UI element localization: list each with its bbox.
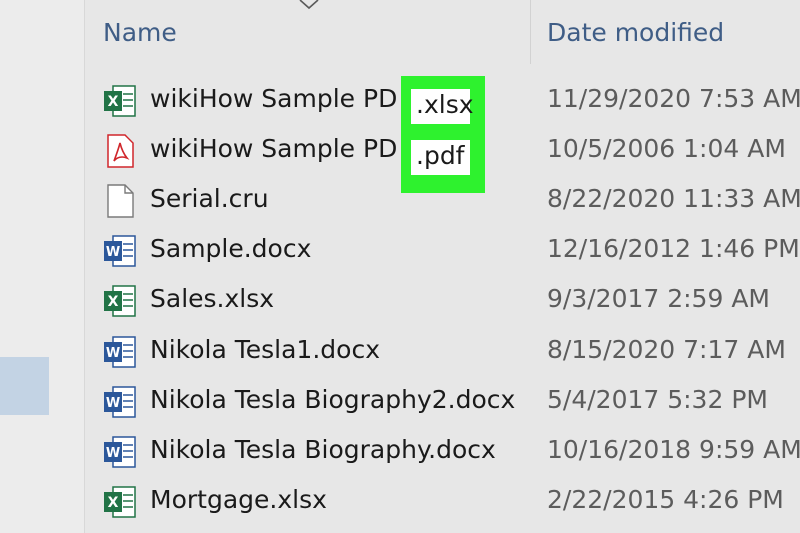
- file-row[interactable]: X Mortgage.xlsx 2/22/2015 4:26 PM: [0, 483, 800, 533]
- word-file-icon: W: [104, 235, 136, 267]
- word-file-icon: W: [104, 336, 136, 368]
- file-row[interactable]: X wikiHow Sample PD 11/29/2020 7:53 AM: [0, 82, 800, 132]
- extension-text: .xlsx: [416, 90, 474, 119]
- file-row[interactable]: W Sample.docx 12/16/2012 1:46 PM: [0, 232, 800, 282]
- extension-highlight-box: .xlsx .pdf: [401, 76, 485, 193]
- svg-text:W: W: [106, 245, 120, 260]
- file-date-modified: 9/3/2017 2:59 AM: [547, 284, 770, 313]
- extension-text: .pdf: [416, 141, 465, 170]
- column-separator[interactable]: [530, 0, 531, 64]
- file-row[interactable]: X Sales.xlsx 9/3/2017 2:59 AM: [0, 282, 800, 332]
- svg-text:W: W: [106, 346, 120, 361]
- file-row[interactable]: Serial.cru 8/22/2020 11:33 AM: [0, 182, 800, 232]
- word-file-icon: W: [104, 436, 136, 468]
- file-name: Nikola Tesla Biography.docx: [150, 435, 496, 464]
- file-name: wikiHow Sample PD: [150, 84, 398, 113]
- file-row[interactable]: wikiHow Sample PD 10/5/2006 1:04 AM: [0, 132, 800, 182]
- excel-file-icon: X: [104, 85, 136, 117]
- sort-chevron-icon[interactable]: [298, 0, 320, 12]
- file-name: Mortgage.xlsx: [150, 485, 327, 514]
- extension-label-box: .pdf: [411, 140, 470, 175]
- file-name: Sales.xlsx: [150, 284, 275, 313]
- svg-text:X: X: [108, 94, 119, 110]
- generic-file-icon: [107, 184, 134, 218]
- file-name: Nikola Tesla1.docx: [150, 335, 380, 364]
- column-header-date-modified[interactable]: Date modified: [547, 18, 724, 47]
- pdf-file-icon: [107, 134, 134, 168]
- file-date-modified: 10/16/2018 9:59 AM: [547, 435, 800, 464]
- column-header-name[interactable]: Name: [103, 18, 177, 47]
- file-date-modified: 12/16/2012 1:46 PM: [547, 234, 800, 263]
- file-row[interactable]: W Nikola Tesla Biography2.docx 5/4/2017 …: [0, 383, 800, 433]
- file-date-modified: 8/22/2020 11:33 AM: [547, 184, 800, 213]
- word-file-icon: W: [104, 386, 136, 418]
- file-row[interactable]: W Nikola Tesla Biography.docx 10/16/2018…: [0, 433, 800, 483]
- file-name: Nikola Tesla Biography2.docx: [150, 385, 516, 414]
- extension-label-box: .xlsx: [411, 89, 474, 124]
- svg-text:W: W: [106, 446, 120, 461]
- excel-file-icon: X: [104, 285, 136, 317]
- file-name: wikiHow Sample PD: [150, 134, 398, 163]
- svg-text:X: X: [108, 495, 119, 511]
- file-date-modified: 10/5/2006 1:04 AM: [547, 134, 786, 163]
- file-name: Sample.docx: [150, 234, 312, 263]
- svg-text:X: X: [108, 294, 119, 310]
- file-name: Serial.cru: [150, 184, 269, 213]
- excel-file-icon: X: [104, 486, 136, 518]
- svg-text:W: W: [106, 396, 120, 411]
- file-date-modified: 2/22/2015 4:26 PM: [547, 485, 784, 514]
- file-date-modified: 8/15/2020 7:17 AM: [547, 335, 786, 364]
- file-row[interactable]: W Nikola Tesla1.docx 8/15/2020 7:17 AM: [0, 333, 800, 383]
- file-date-modified: 11/29/2020 7:53 AM: [547, 84, 800, 113]
- file-date-modified: 5/4/2017 5:32 PM: [547, 385, 768, 414]
